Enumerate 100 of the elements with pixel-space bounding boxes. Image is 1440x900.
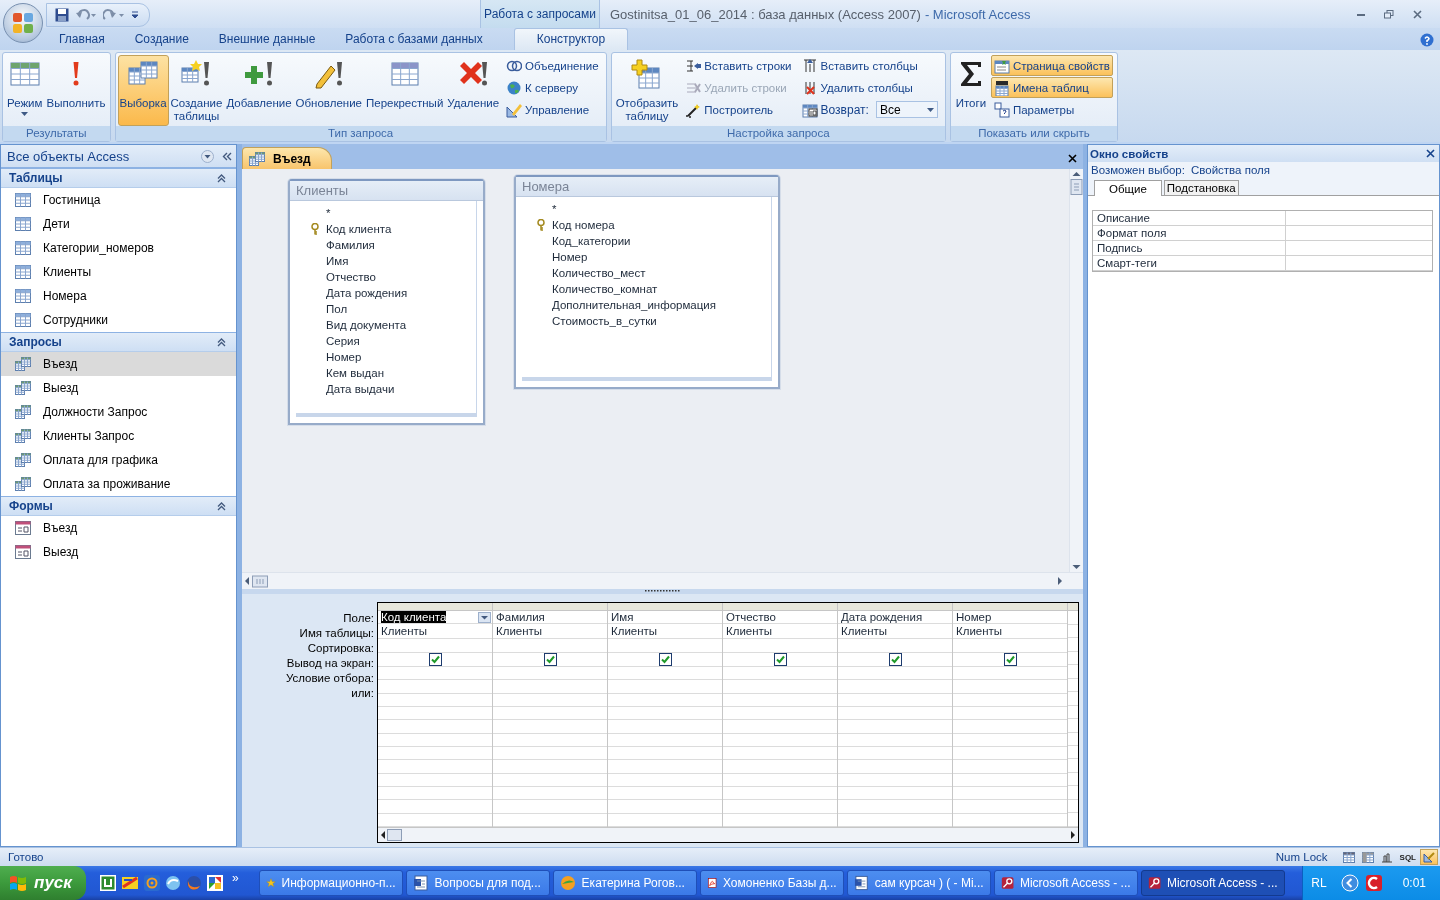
table-cell[interactable]: Клиенты xyxy=(723,624,837,640)
field-name[interactable]: Дополнительная_информация xyxy=(552,299,716,311)
more-button[interactable]: » xyxy=(227,871,243,885)
ribbon-button[interactable]: Параметры xyxy=(990,99,1113,120)
field-cell[interactable]: Фамилия xyxy=(493,611,607,625)
field-name[interactable]: Фамилия xyxy=(326,239,375,251)
field-name[interactable]: Количество_мест xyxy=(552,267,646,279)
horizontal-scrollbar[interactable] xyxy=(242,572,1083,589)
property-tab[interactable]: Общие xyxy=(1094,180,1162,196)
nav-item[interactable]: Гостиница xyxy=(1,188,236,212)
nav-item[interactable]: Оплата за проживание xyxy=(1,472,236,496)
ribbon-button[interactable]: Страница свойств xyxy=(990,55,1113,76)
taskbar-button[interactable]: Microsoft Access - ... xyxy=(993,870,1138,896)
ribbon-button[interactable]: Отобразить таблицу xyxy=(613,55,681,126)
nav-item[interactable]: Дети xyxy=(1,212,236,236)
help-button[interactable] xyxy=(1420,33,1434,47)
ribbon-button[interactable]: Построитель xyxy=(682,99,795,120)
quick-launch-button[interactable] xyxy=(99,875,116,891)
field-name[interactable]: Серия xyxy=(326,335,360,347)
ribbon-button[interactable]: Удаление xyxy=(445,55,502,126)
field-name[interactable]: Вид документа xyxy=(326,319,407,331)
ribbon-button[interactable]: Итоги xyxy=(952,55,989,126)
ribbon-button[interactable]: Создание таблицы xyxy=(168,55,225,126)
field-name[interactable]: Имя xyxy=(326,255,349,267)
ribbon-tab[interactable]: Создание xyxy=(119,28,204,50)
field-cell[interactable]: Номер xyxy=(953,611,1067,625)
nav-item[interactable]: Выезд xyxy=(1,540,236,564)
section-header[interactable]: Формы xyxy=(1,496,236,516)
nav-item[interactable]: Въезд xyxy=(1,352,236,376)
field-name[interactable]: Кем выдан xyxy=(326,367,385,379)
field-cell[interactable]: Дата рождения xyxy=(838,611,952,625)
field-name[interactable]: Отчество xyxy=(326,271,376,283)
ribbon-tab[interactable]: Главная xyxy=(44,28,120,50)
field-name[interactable]: Номер xyxy=(326,351,362,363)
field-cell[interactable]: Имя xyxy=(608,611,722,625)
quick-launch-button[interactable] xyxy=(120,875,139,891)
field-name[interactable]: * xyxy=(552,203,557,215)
ribbon-button[interactable]: К серверу xyxy=(503,77,602,98)
nav-item[interactable]: Выезд xyxy=(1,376,236,400)
field-list[interactable]: Клиенты * Код клиента Фамилия Имя Отчество Дата рождения Пол Вид документа Серия Номер Кем выдан Дата выдачи xyxy=(288,179,485,425)
quick-launch-button[interactable] xyxy=(164,875,181,891)
view-button[interactable] xyxy=(1420,849,1438,865)
ribbon-tab[interactable]: Конструктор xyxy=(513,28,629,50)
save-button[interactable] xyxy=(53,8,71,22)
customize-button[interactable] xyxy=(129,11,141,19)
table-cell[interactable]: Клиенты xyxy=(608,624,722,640)
dropdown-icon[interactable] xyxy=(478,611,491,623)
ribbon-button[interactable]: Вставить столбцы xyxy=(798,55,941,76)
nav-item[interactable]: Клиенты xyxy=(1,260,236,284)
splitter-grip-icon[interactable] xyxy=(644,589,681,593)
ribbon-button[interactable]: Имена таблиц xyxy=(990,77,1113,98)
taskbar-button[interactable]: Информационно-п... xyxy=(258,870,403,896)
column-selector[interactable] xyxy=(378,603,492,612)
ribbon-button[interactable]: Объединение xyxy=(503,55,602,76)
ribbon-tab[interactable]: Внешние данные xyxy=(203,28,331,50)
quick-launch-button[interactable] xyxy=(185,875,202,891)
taskbar-button[interactable]: Хомоненко Базы д... xyxy=(699,870,844,896)
ribbon-button[interactable]: Перекрестный xyxy=(363,55,446,126)
quick-launch-button[interactable] xyxy=(206,875,223,891)
field-name[interactable]: Код клиента xyxy=(326,223,392,235)
field-cell[interactable]: Отчество xyxy=(723,611,837,625)
ribbon-button[interactable]: Режим xyxy=(5,55,45,126)
ribbon-button[interactable]: Выборка xyxy=(117,55,169,126)
table-cell[interactable]: Клиенты xyxy=(838,624,952,640)
nav-item[interactable]: Категории_номеров xyxy=(1,236,236,260)
taskbar-button[interactable]: сам курсач ) ( - Mi... xyxy=(846,870,991,896)
chevron-icon[interactable] xyxy=(1340,874,1359,892)
field-name[interactable]: Дата выдачи xyxy=(326,383,395,395)
ribbon-tab[interactable]: Работа с базами данных xyxy=(330,28,498,50)
nav-item[interactable]: Должности Запрос xyxy=(1,400,236,424)
field-list[interactable]: Номера * Код номера Код_категории Номер Количество_мест Количество_комнат Дополнительная_информация Стоимость_в_сутки xyxy=(514,175,780,389)
nav-item[interactable]: Номера xyxy=(1,284,236,308)
field-name[interactable]: Пол xyxy=(326,303,348,315)
nav-item[interactable]: Клиенты Запрос xyxy=(1,424,236,448)
ribbon-button[interactable]: Добавление xyxy=(224,55,294,126)
tray-app-icon[interactable] xyxy=(1364,874,1383,892)
field-name[interactable]: Стоимость_в_сутки xyxy=(552,315,657,327)
taskbar-button[interactable]: Вопросы для под... xyxy=(405,870,550,896)
redo-button[interactable] xyxy=(101,8,127,22)
ribbon-button[interactable]: Удалить столбцы xyxy=(798,77,941,98)
nav-item[interactable]: Оплата для графика xyxy=(1,448,236,472)
taskbar-button[interactable]: Екатерина Рогов... xyxy=(552,870,697,896)
table-cell[interactable]: Клиенты xyxy=(953,624,1067,640)
document-tab[interactable]: Въезд xyxy=(242,147,332,169)
return-dropdown[interactable]: Все xyxy=(875,101,938,118)
ribbon-button[interactable]: Вставить строки xyxy=(682,55,795,76)
vertical-scrollbar[interactable] xyxy=(1069,169,1083,572)
section-header[interactable]: Таблицы xyxy=(1,168,236,188)
horizontal-scrollbar[interactable] xyxy=(378,827,1078,842)
field-name[interactable]: Номер xyxy=(552,251,588,263)
ribbon-button[interactable]: Выполнить xyxy=(44,55,108,126)
table-cell[interactable]: Клиенты xyxy=(378,624,492,640)
ribbon-button[interactable]: Обновление xyxy=(293,55,364,126)
table-cell[interactable]: Клиенты xyxy=(493,624,607,640)
taskbar-button[interactable]: Microsoft Access - ... xyxy=(1140,870,1285,896)
field-name[interactable]: * xyxy=(326,207,331,219)
field-name[interactable]: Код_категории xyxy=(552,235,631,247)
section-header[interactable]: Запросы xyxy=(1,332,236,352)
office-button[interactable] xyxy=(3,3,43,43)
nav-item[interactable]: Въезд xyxy=(1,516,236,540)
